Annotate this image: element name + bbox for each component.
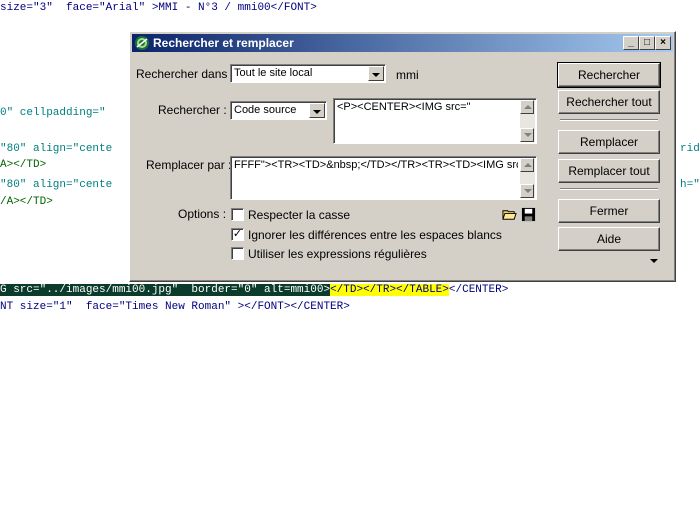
chevron-down-icon[interactable] xyxy=(368,66,384,81)
code-line: 0" cellpadding=" xyxy=(0,107,106,119)
code-line-selected: G src="../images/mmi00.jpg" border="0" a… xyxy=(0,282,508,298)
scroll-up-icon[interactable] xyxy=(520,100,534,114)
code-line: A></TD> xyxy=(0,159,47,171)
app-logo-icon xyxy=(135,36,149,50)
code-line: "80" align="cente xyxy=(0,179,113,191)
scrollbar[interactable] xyxy=(520,158,535,198)
replace-textarea[interactable]: FFFF"><TR><TD>&nbsp;</TD></TR><TR><TD><I… xyxy=(230,156,537,200)
code-line: /A></TD> xyxy=(0,196,53,208)
scrollbar[interactable] xyxy=(520,100,535,142)
options-label: Options : xyxy=(178,207,227,221)
regex-checkbox[interactable] xyxy=(231,247,244,260)
search-type-select[interactable]: Code source xyxy=(230,101,327,120)
code-line: NT size="1" face="Times New Roman" ></FO… xyxy=(0,301,350,313)
code-text: </CENTER> xyxy=(448,284,509,296)
case-checkbox[interactable] xyxy=(231,208,244,221)
maximize-button[interactable]: □ xyxy=(639,36,655,50)
replace-button[interactable]: Remplacer xyxy=(558,130,660,154)
dialog-title: Rechercher et remplacer xyxy=(153,36,294,50)
help-button[interactable]: Aide xyxy=(558,227,660,251)
site-name: mmi xyxy=(396,68,419,82)
dialog-titlebar[interactable]: Rechercher et remplacer _ □ × xyxy=(132,34,673,52)
code-line: size="3" face="Arial" >MMI - N°3 / mmi00… xyxy=(0,2,317,14)
scroll-down-icon[interactable] xyxy=(520,128,534,142)
replace-text: FFFF"><TR><TD>&nbsp;</TD></TR><TR><TD><I… xyxy=(234,159,518,171)
scroll-up-icon[interactable] xyxy=(520,158,534,172)
divider xyxy=(560,188,658,190)
divider xyxy=(560,119,658,121)
open-folder-icon[interactable] xyxy=(502,207,517,222)
case-option-label: Respecter la casse xyxy=(248,208,351,222)
selected-text: G src="../images/mmi00.jpg" border="0" a… xyxy=(0,284,331,296)
chevron-down-icon[interactable] xyxy=(309,103,325,118)
find-next-button[interactable]: Rechercher suivant xyxy=(557,62,661,104)
find-all-button[interactable]: Rechercher tout xyxy=(558,90,660,114)
scroll-down-icon[interactable] xyxy=(520,184,534,198)
search-in-select[interactable]: Tout le site local xyxy=(230,64,386,83)
close-button[interactable]: Fermer xyxy=(558,199,660,223)
expand-arrow-icon[interactable] xyxy=(649,257,659,265)
code-line: "80" align="cente xyxy=(0,143,113,155)
search-in-value: Tout le site local xyxy=(234,67,313,79)
find-replace-dialog: Rechercher et remplacer _ □ × Rechercher… xyxy=(129,31,676,282)
replace-label: Remplacer par : xyxy=(146,158,232,172)
close-window-button[interactable]: × xyxy=(655,36,671,50)
minimize-button[interactable]: _ xyxy=(623,36,639,50)
search-type-value: Code source xyxy=(234,104,297,116)
code-line: ridt xyxy=(680,143,700,155)
search-label: Rechercher : xyxy=(158,103,227,117)
replace-all-button[interactable]: Remplacer tout xyxy=(558,159,660,183)
search-textarea[interactable]: <P><CENTER><IMG src=" xyxy=(333,98,537,144)
highlighted-tags: </TD></TR></TABLE> xyxy=(330,284,449,296)
search-in-label: Rechercher dans : xyxy=(136,67,235,81)
save-disk-icon[interactable] xyxy=(521,207,536,222)
code-line: h=" xyxy=(680,179,700,191)
whitespace-checkbox[interactable]: ✓ xyxy=(231,228,244,241)
regex-option-label: Utiliser les expressions régulières xyxy=(248,247,427,261)
search-text: <P><CENTER><IMG src=" xyxy=(337,101,471,113)
whitespace-option-label: Ignorer les différences entre les espace… xyxy=(248,228,502,242)
